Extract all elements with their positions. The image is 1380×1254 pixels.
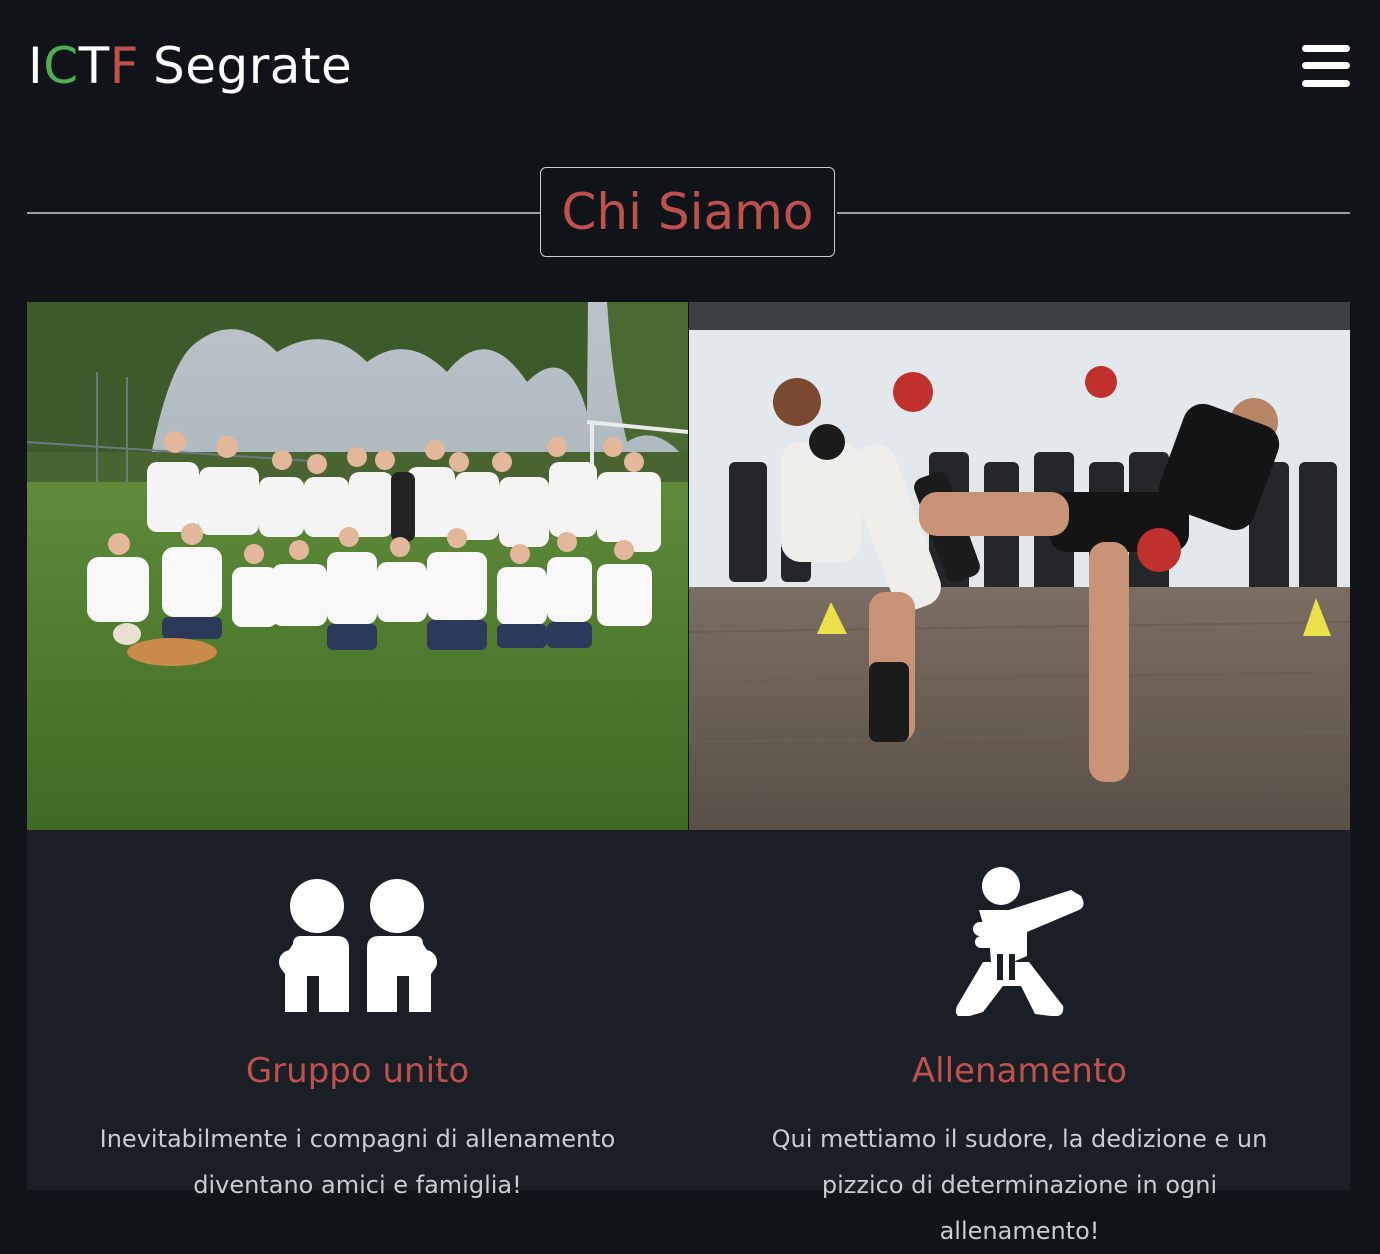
- logo-letter-i: I: [28, 37, 44, 95]
- logo-letter-c: C: [43, 37, 79, 95]
- hamburger-menu-icon[interactable]: [1302, 45, 1350, 87]
- group-people-icon: [277, 866, 439, 1016]
- feature-card-training: Allenamento Qui mettiamo il sudore, la d…: [689, 830, 1350, 1245]
- site-header: ICTF Segrate: [0, 0, 1380, 135]
- kickboxing-photo: [689, 302, 1350, 830]
- logo-word-segrate: Segrate: [152, 37, 353, 95]
- section-divider-left: [27, 212, 540, 214]
- feature-title: Allenamento: [911, 1051, 1128, 1091]
- logo-letter-f: F: [109, 37, 139, 95]
- section-title: Chi Siamo: [540, 167, 835, 257]
- feature-description: Inevitabilmente i compagni di allenament…: [99, 1125, 616, 1199]
- feature-title: Gruppo unito: [245, 1051, 470, 1091]
- feature-description: Qui mettiamo il sudore, la dedizione e u…: [771, 1125, 1268, 1245]
- martial-arts-punch-icon: [939, 866, 1101, 1018]
- site-logo[interactable]: ICTF Segrate: [28, 34, 352, 98]
- feature-card-group: Gruppo unito Inevitabilmente i compagni …: [27, 830, 688, 1199]
- section-divider-right: [837, 212, 1350, 214]
- logo-letter-t: T: [78, 37, 110, 95]
- group-photo: [27, 302, 688, 830]
- features-section: Gruppo unito Inevitabilmente i compagni …: [27, 830, 1350, 1245]
